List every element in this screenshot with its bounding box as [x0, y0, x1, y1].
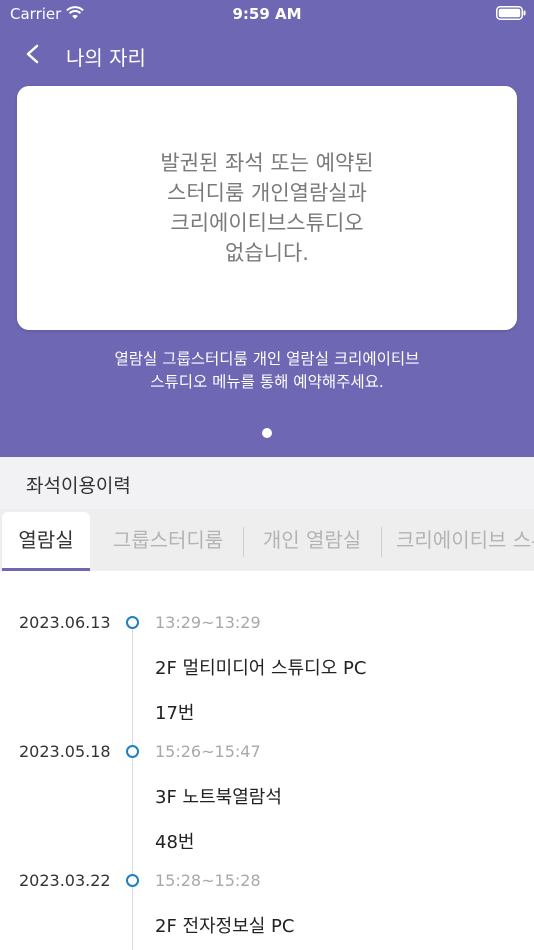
history-title: 좌석이용이력 [26, 475, 131, 497]
battery-icon [496, 6, 526, 20]
tab-private-reading-room[interactable]: 개인 열람실 [244, 509, 380, 571]
reservation-guide-text: 열람실 그룹스터디룸 개인 열람실 크리에이티브 스튜디오 메뉴를 통해 예약해… [114, 350, 420, 391]
entry-date: 2023.03.22 [19, 871, 111, 890]
page-title: 나의 자리 [66, 46, 146, 70]
timeline-line [132, 616, 133, 950]
timeline-dot-icon [126, 745, 139, 758]
timeline-dot-icon [126, 616, 139, 629]
history-header: 좌석이용이력 [0, 457, 534, 509]
timeline-dot-icon [126, 874, 139, 887]
my-seat-screen: Carrier 9:59 AM 나의 자리 발권된 좌석 또는 예약된 스터디룸… [0, 0, 534, 950]
history-timeline: 2023.06.13 13:29~13:29 2F 멀티미디어 스튜디오 PC … [0, 571, 534, 950]
entry-seat: 17번 [155, 703, 195, 724]
entry-time: 15:26~15:47 [155, 742, 261, 761]
entry-room: 3F 노트북열람석 [155, 787, 282, 808]
tab-label: 크리에이티브 스튜디오 [396, 528, 534, 552]
entry-room: 2F 전자정보실 PC [155, 916, 295, 937]
status-bar: Carrier 9:59 AM [0, 0, 534, 28]
status-time: 9:59 AM [232, 5, 302, 23]
history-tab-bar: 열람실 그룹스터디룸 개인 열람실 크리에이티브 스튜디오 [0, 509, 534, 571]
nav-bar: 나의 자리 [0, 32, 534, 76]
hero-section: Carrier 9:59 AM 나의 자리 발권된 좌석 또는 예약된 스터디룸… [0, 0, 534, 457]
entry-seat: 48번 [155, 832, 195, 853]
entry-room: 2F 멀티미디어 스튜디오 PC [155, 658, 367, 679]
tab-creative-studio[interactable]: 크리에이티브 스튜디오 [382, 509, 534, 571]
page-indicator-dot [262, 428, 272, 438]
tab-reading-room[interactable]: 열람실 [2, 512, 90, 571]
no-seat-message: 발권된 좌석 또는 예약된 스터디룸 개인열람실과 크리에이티브스튜디오 없습니… [160, 151, 374, 265]
back-arrow-icon[interactable] [22, 43, 44, 65]
entry-time: 15:28~15:28 [155, 871, 261, 890]
tab-group-study-room[interactable]: 그룹스터디룸 [94, 509, 242, 571]
entry-date: 2023.06.13 [19, 613, 111, 632]
tab-label: 그룹스터디룸 [112, 528, 224, 552]
tab-label: 열람실 [18, 528, 74, 552]
entry-date: 2023.05.18 [19, 742, 111, 761]
no-seat-card: 발권된 좌석 또는 예약된 스터디룸 개인열람실과 크리에이티브스튜디오 없습니… [17, 86, 517, 330]
entry-time: 13:29~13:29 [155, 613, 261, 632]
tab-label: 개인 열람실 [262, 528, 362, 552]
